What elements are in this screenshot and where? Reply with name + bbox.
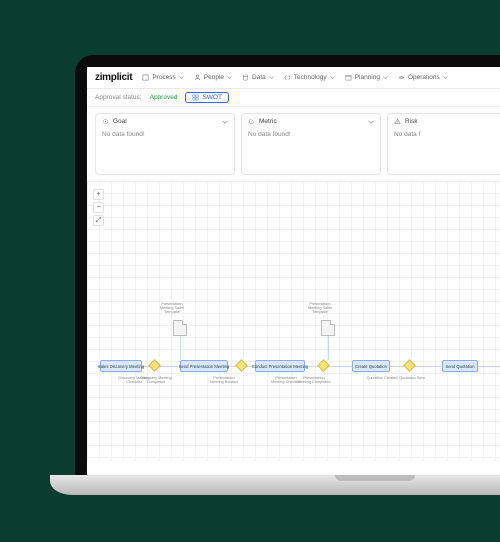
nav-label: Process [152, 74, 175, 81]
flow-gateway[interactable] [317, 359, 330, 372]
risk-icon [394, 118, 401, 125]
flow-annotation: Presentation Meeting Booked [207, 376, 241, 384]
zoom-fit-button[interactable]: ⤢ [93, 215, 104, 226]
flow-document[interactable] [173, 320, 187, 336]
technology-icon [284, 74, 291, 81]
chevron-down-icon [443, 75, 448, 80]
chevron-down-icon [269, 75, 274, 80]
flow-annotation: Presentation Meeting Completed [297, 376, 331, 384]
flow-task-node[interactable]: Send Presentation Meeting [180, 360, 228, 372]
chevron-down-icon [383, 75, 388, 80]
brand-logo: zimplicit [95, 72, 132, 83]
process-icon [142, 74, 149, 81]
flow-task-node[interactable]: Send Quotation [442, 360, 478, 372]
panel-empty-text: No data found! [248, 131, 374, 138]
nav-process[interactable]: Process [142, 74, 183, 81]
flow-task-node[interactable]: Conduct Presentation Meeting [255, 360, 305, 372]
metric-icon [248, 118, 255, 125]
flow-annotation: Presentation Meeting Sales Template [155, 302, 189, 315]
flow-connector [328, 336, 329, 360]
panel-goal[interactable]: Goal No data found! [95, 113, 235, 175]
panel-empty-text: No data found! [102, 131, 228, 138]
nav-label: Technology [294, 74, 327, 81]
chevron-down-icon [222, 119, 228, 125]
laptop-notch [335, 475, 415, 481]
swot-icon [192, 94, 199, 101]
chevron-down-icon [368, 119, 374, 125]
flow-annotation: Quotation Created [365, 376, 399, 380]
nav-technology[interactable]: Technology [284, 74, 335, 81]
flow-task-node[interactable]: Create Quotation [352, 360, 390, 372]
nav-label: Operations [408, 74, 440, 81]
app-screen: zimplicit Process People Data [87, 67, 500, 475]
panel-risk[interactable]: Risk No data f [387, 113, 500, 175]
panel-title: Metric [259, 118, 277, 125]
flow-gateway[interactable] [235, 359, 248, 372]
data-icon [242, 74, 249, 81]
zoom-in-button[interactable]: + [93, 189, 104, 200]
flow-connector [180, 336, 181, 360]
flow-document[interactable] [321, 320, 335, 336]
chevron-down-icon [227, 75, 232, 80]
approval-status-label: Approval status: [95, 94, 142, 101]
panel-metric[interactable]: Metric No data found! [241, 113, 381, 175]
flow-annotation: Discovery Meeting Completed [139, 376, 173, 384]
goal-icon [102, 118, 109, 125]
laptop-base [50, 475, 500, 495]
process-canvas[interactable]: + − ⤢ Sales Discovery Meeting Send Prese… [87, 181, 500, 461]
chevron-down-icon [179, 75, 184, 80]
info-panels-row: Goal No data found! Metric No data found… [87, 107, 500, 181]
zoom-controls: + − ⤢ [93, 189, 104, 226]
subheader-bar: Approval status: Approved SWOT [87, 89, 500, 107]
nav-label: Data [252, 74, 266, 81]
flow-gateway[interactable] [148, 359, 161, 372]
nav-label: Planning [355, 74, 380, 81]
swot-label: SWOT [202, 94, 222, 101]
header-bar: zimplicit Process People Data [87, 67, 500, 89]
chevron-down-icon [330, 75, 335, 80]
swot-button[interactable]: SWOT [185, 92, 229, 103]
panel-title: Risk [405, 118, 418, 125]
operations-icon [398, 74, 405, 81]
flow-task-node[interactable]: Sales Discovery Meeting [100, 360, 142, 372]
nav-label: People [204, 74, 224, 81]
zoom-out-button[interactable]: − [93, 202, 104, 213]
nav-people[interactable]: People [194, 74, 232, 81]
planning-icon [345, 74, 352, 81]
approval-status-value: Approved [150, 94, 178, 101]
flow-annotation: Quotation Sent [395, 376, 429, 380]
nav-planning[interactable]: Planning [345, 74, 388, 81]
process-flow: Sales Discovery Meeting Send Presentatio… [87, 346, 500, 406]
nav-operations[interactable]: Operations [398, 74, 448, 81]
panel-title: Goal [113, 118, 127, 125]
flow-annotation: Presentation Meeting Sales Template [303, 302, 337, 315]
people-icon [194, 74, 201, 81]
panel-empty-text: No data f [394, 131, 500, 138]
flow-gateway[interactable] [403, 359, 416, 372]
nav-data[interactable]: Data [242, 74, 274, 81]
